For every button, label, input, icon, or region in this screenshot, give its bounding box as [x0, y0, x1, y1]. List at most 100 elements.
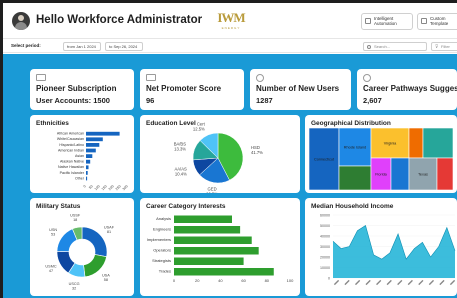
career-x-tick: 100	[287, 278, 294, 283]
avatar[interactable]	[12, 12, 30, 30]
income-x-tick-mark	[376, 279, 382, 286]
ethnicities-chart: African AmericanWhite/Caucasian Hispanic/…	[57, 131, 129, 192]
income-y-tick: 40000	[320, 234, 330, 238]
career-x-tick: 60	[241, 278, 246, 283]
kpi-value: User Accounts: 1500	[36, 96, 110, 105]
filter-icon: ⊽	[435, 44, 439, 49]
ethnicity-label: Alaskan Native	[60, 160, 84, 164]
income-area	[333, 225, 455, 278]
kpi-card-nps[interactable]: Net Promoter Score 96	[140, 69, 244, 110]
geo-cell-label: Connecticut	[314, 158, 335, 162]
career-label: Implementers	[147, 237, 171, 242]
geo-cell-label: Rhode Island	[344, 146, 366, 150]
geo-cell	[408, 127, 424, 159]
ethnicity-x-tick: 200	[108, 184, 115, 191]
geo-card: Geographical Distribution Connecticut Rho…	[305, 115, 457, 193]
avatar-body	[15, 22, 27, 30]
income-x-tick-mark	[397, 279, 403, 286]
military-slice-value: 32	[72, 287, 76, 291]
military-slice-label: USSF	[70, 214, 81, 218]
geo-cell-label: Virginia	[384, 142, 397, 146]
ethnicity-label: Asian	[75, 154, 84, 158]
education-slice-pct: 13.3%	[174, 146, 186, 151]
income-y-tick: 30000	[320, 245, 330, 249]
automation-icon	[365, 18, 371, 24]
income-chart: 60000 50000 40000 30000 20000 10000 0	[320, 213, 456, 286]
ethnicity-x-tick: 150	[101, 184, 108, 191]
kpi-title: Pioneer Subscription	[36, 84, 117, 93]
career-chart: Analysis Engineers Implementers Operators St…	[147, 215, 294, 283]
income-x-tick-mark	[386, 279, 392, 286]
chart-icon	[146, 74, 156, 81]
military-slice-value: 47	[49, 269, 53, 273]
avatar-head	[18, 15, 24, 21]
career-bar	[174, 268, 274, 276]
kpi-title: Net Promoter Score	[146, 84, 222, 93]
career-label: Strategists	[152, 258, 171, 263]
geo-treemap: Connecticut Rhode Island Virginia Florida Te…	[308, 127, 454, 191]
search-placeholder: Search...	[374, 44, 391, 49]
education-slice-pct: 12.5%	[193, 127, 205, 132]
ethnicity-bar	[86, 143, 100, 147]
kpi-card-new-users[interactable]: Number of New Users 1287	[250, 69, 351, 110]
military-slice-value: 81	[107, 230, 111, 234]
date-from-field[interactable]: from Jan 1 2024	[63, 41, 101, 51]
select-period-label: Select period:	[11, 43, 41, 48]
filter-button[interactable]: ⊽ Filter	[431, 41, 457, 51]
military-card: Military Status USAF 81 USA 58 USCG 32 USMC 47 U…	[30, 198, 134, 296]
career-bar	[174, 236, 252, 244]
ethnicities-card: Ethnicities African American White/Caucas…	[30, 115, 134, 193]
income-y-tick: 60000	[320, 213, 330, 217]
income-y-tick: 10000	[320, 266, 330, 270]
income-y-tick: 0	[328, 276, 330, 280]
kpi-value: 2,607	[363, 96, 382, 105]
search-icon	[367, 44, 371, 49]
military-slice-label: USMC	[45, 264, 56, 268]
geo-cell	[390, 157, 410, 191]
income-card: Median Household Income 60000 50000 40000 3…	[305, 198, 457, 296]
ethnicity-bar	[86, 159, 91, 164]
ethnicity-label: African American	[57, 132, 84, 136]
education-card: Education Level HSD41.7%GED20.5%AA/AS10.…	[140, 115, 300, 193]
ethnicity-x-tick: 100	[94, 184, 101, 191]
ethnicity-label: Native Hawaiian	[58, 165, 84, 169]
kpi-title: Career Pathways Suggested	[363, 84, 457, 93]
logo-subtext: ENERGY	[221, 26, 241, 30]
geo-cell	[338, 165, 372, 191]
education-chart: HSD41.7%GED20.5%AA/AS10.4%BA/BS13.3%Cert…	[174, 122, 263, 193]
military-slice-label: USAF	[104, 226, 115, 230]
user-icon	[256, 74, 264, 82]
filter-bar: Select period: from Jan 1 2024 to Sep 26…	[3, 39, 457, 53]
intelligent-automation-button[interactable]: Intelligent Automation	[361, 13, 413, 30]
career-x-tick: 20	[195, 278, 200, 283]
income-y-tick: 20000	[320, 255, 330, 259]
military-slice-label: USA	[102, 274, 110, 278]
education-slice-pct: 41.7%	[251, 150, 263, 155]
ethnicity-bar	[86, 137, 103, 142]
education-slice-pct: 20.5%	[206, 191, 218, 193]
kpi-card-pioneer[interactable]: Pioneer Subscription User Accounts: 1500	[30, 69, 134, 110]
custom-template-button[interactable]: Custom Template	[417, 13, 457, 30]
career-card: Career Category Interests Analysis Engine…	[140, 198, 300, 296]
career-bar	[174, 215, 232, 223]
ethnicity-bar	[86, 131, 120, 136]
greeting-title: Hello Workforce Administrator	[36, 14, 203, 26]
career-bar	[174, 247, 259, 255]
ethnicity-bar	[86, 148, 96, 153]
military-slice-value: 58	[104, 278, 108, 282]
income-x-tick-mark	[449, 279, 456, 286]
income-x-tick-mark	[344, 279, 350, 286]
kpi-title: Number of New Users	[256, 84, 340, 93]
income-x-tick-mark	[428, 279, 435, 286]
geo-cell-label: Texas	[418, 173, 428, 177]
education-slice-pct: 10.4%	[175, 172, 187, 177]
kpi-value: 1287	[256, 96, 273, 105]
ethnicity-x-tick: 250	[115, 184, 122, 191]
kpi-card-career-pathways[interactable]: Career Pathways Suggested 2,607	[357, 69, 457, 110]
search-input[interactable]: Search...	[363, 41, 427, 51]
geo-cell-label: Florida	[375, 173, 387, 177]
ethnicity-label: American Indian	[58, 148, 84, 152]
income-x-tick-mark	[333, 279, 340, 286]
date-to-field[interactable]: to Sep 26, 2024	[105, 41, 143, 51]
id-card-icon	[36, 74, 46, 81]
